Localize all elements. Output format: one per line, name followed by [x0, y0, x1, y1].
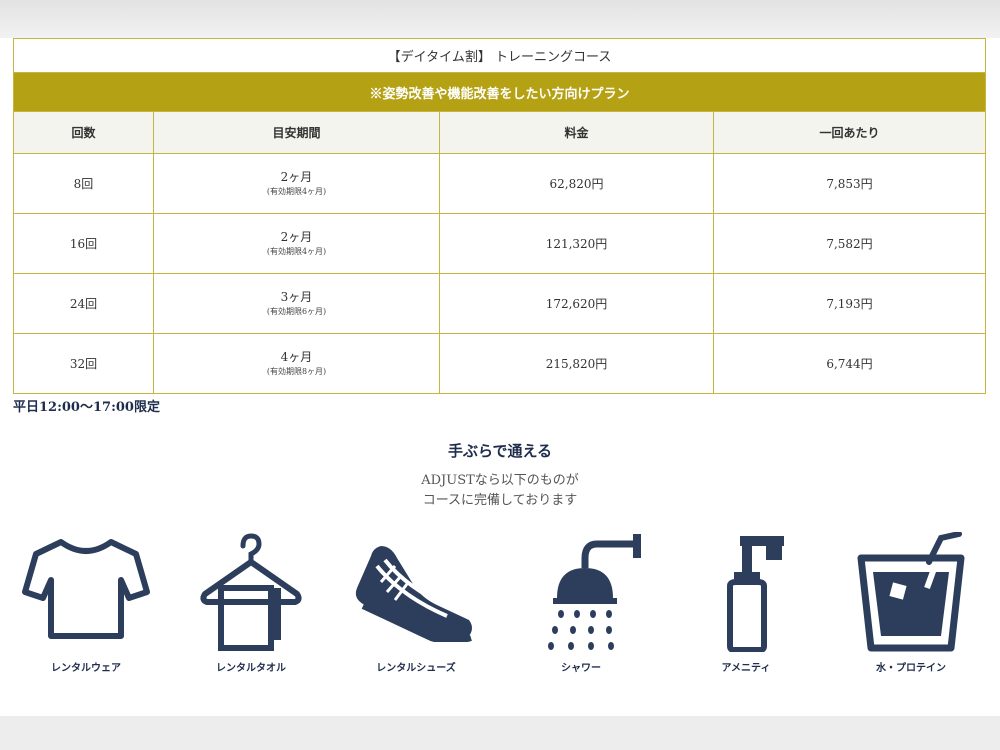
- cell-price: 172,620円: [439, 273, 714, 334]
- amenity-label: シャワー: [561, 663, 601, 674]
- time-limit-note: 平日12:00〜17:00限定: [13, 400, 160, 415]
- period-validity: (有効期限6ヶ月): [266, 306, 327, 316]
- cell-count: 24回: [13, 273, 154, 334]
- shower-icon: [548, 534, 641, 650]
- amenities-lead-line1: ADJUSTなら以下のものが: [421, 473, 579, 488]
- header-per-session: 一回あたり: [712, 111, 987, 154]
- tshirt-icon: [22, 539, 150, 639]
- page-bottom-band: [0, 716, 1000, 750]
- period-main: 2ヶ月: [280, 169, 313, 184]
- cell-period: 2ヶ月 (有効期限4ヶ月): [153, 213, 440, 274]
- header-price: 料金: [439, 111, 714, 154]
- table-row: 24回 3ヶ月 (有効期限6ヶ月) 172,620円 7,193円: [13, 273, 987, 334]
- cell-price: 121,320円: [439, 213, 714, 274]
- cell-count: 8回: [13, 153, 154, 214]
- amenity-water-protein: 水・プロテイン: [831, 532, 991, 682]
- cell-per-session: 7,853円: [712, 153, 987, 214]
- table-row: 8回 2ヶ月 (有効期限4ヶ月) 62,820円 7,853円: [13, 153, 987, 214]
- amenity-rental-shoes: レンタルシューズ: [336, 532, 496, 682]
- drink-cup-icon: [857, 532, 965, 652]
- cell-per-session: 6,744円: [712, 333, 987, 394]
- cell-period: 2ヶ月 (有効期限4ヶ月): [153, 153, 440, 214]
- amenity-rental-wear: レンタルウェア: [6, 532, 166, 682]
- table-row: 32回 4ヶ月 (有効期限8ヶ月) 215,820円 6,744円: [13, 333, 987, 394]
- plan-title: 【デイタイム割】 トレーニングコース: [12, 38, 987, 73]
- amenity-label: レンタルシューズ: [376, 663, 456, 674]
- amenity-rental-towel: レンタルタオル: [171, 532, 331, 682]
- cell-period: 3ヶ月 (有効期限6ヶ月): [153, 273, 440, 334]
- towel-hanger-icon: [200, 533, 302, 651]
- pump-bottle-icon: [727, 536, 784, 652]
- cell-price: 62,820円: [439, 153, 714, 214]
- amenity-label: レンタルウェア: [51, 663, 121, 674]
- plan-table: 【デイタイム割】 トレーニングコース ※姿勢改善や機能改善をしたい方向けプラン …: [12, 38, 987, 394]
- header-count: 回数: [13, 111, 154, 154]
- amenity-label: 水・プロテイン: [876, 663, 946, 674]
- header-period: 目安期間: [153, 111, 440, 154]
- amenities-title: 手ぶらで通える: [447, 442, 553, 460]
- period-validity: (有効期限4ヶ月): [266, 186, 327, 196]
- period-main: 3ヶ月: [280, 289, 313, 304]
- amenity-amenities: アメニティ: [666, 532, 826, 682]
- cell-count: 32回: [13, 333, 154, 394]
- browser-top-band: [0, 0, 1000, 38]
- period-validity: (有効期限4ヶ月): [266, 246, 327, 256]
- period-main: 4ヶ月: [280, 349, 313, 364]
- amenities-lead: ADJUSTなら以下のものが コースに完備しております: [0, 471, 1000, 511]
- cell-per-session: 7,582円: [712, 213, 987, 274]
- period-validity: (有効期限8ヶ月): [266, 366, 327, 376]
- amenity-shower: シャワー: [501, 532, 661, 682]
- period-main: 2ヶ月: [280, 229, 313, 244]
- cell-per-session: 7,193円: [712, 273, 987, 334]
- cell-price: 215,820円: [439, 333, 714, 394]
- cell-count: 16回: [13, 213, 154, 274]
- amenities-lead-line2: コースに完備しております: [422, 493, 578, 508]
- table-row: 16回 2ヶ月 (有効期限4ヶ月) 121,320円 7,582円: [13, 213, 987, 274]
- amenity-label: アメニティ: [721, 663, 771, 674]
- amenity-label: レンタルタオル: [216, 663, 286, 674]
- plan-subtitle: ※姿勢改善や機能改善をしたい方向けプラン: [12, 72, 987, 112]
- sneaker-icon: [355, 546, 472, 642]
- page-content: 【デイタイム割】 トレーニングコース ※姿勢改善や機能改善をしたい方向けプラン …: [0, 38, 1000, 716]
- cell-period: 4ヶ月 (有効期限8ヶ月): [153, 333, 440, 394]
